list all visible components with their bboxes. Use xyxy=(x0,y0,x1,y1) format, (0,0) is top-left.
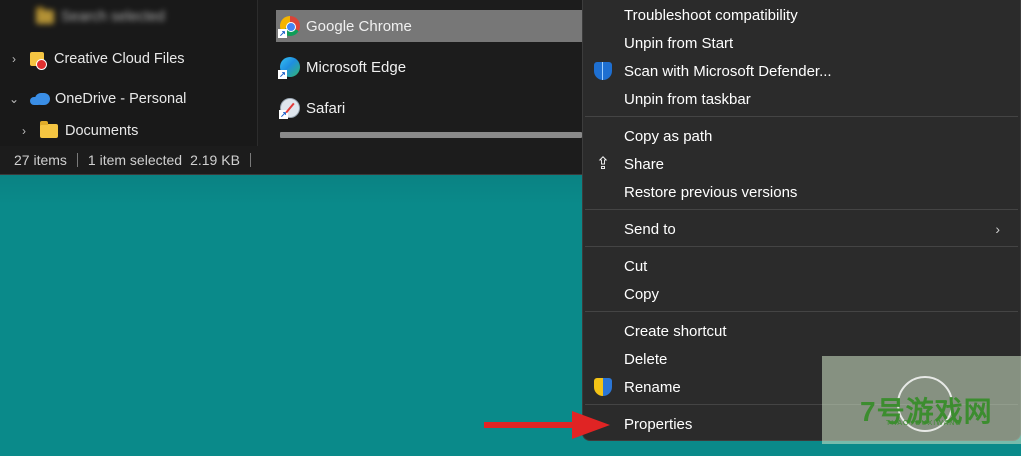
menu-item-label: Restore previous versions xyxy=(624,183,798,201)
file-name: Safari xyxy=(306,99,346,117)
menu-item-cut[interactable]: Cut xyxy=(583,252,1020,280)
item-count: 27 items xyxy=(14,152,67,168)
menu-item-label: Scan with Microsoft Defender... xyxy=(624,62,832,80)
uac-shield-icon xyxy=(594,378,612,396)
safari-icon: ↗ xyxy=(279,98,300,119)
edge-icon: ↗ xyxy=(278,57,300,79)
file-item-google-chrome[interactable]: ↗ Google Chrome xyxy=(276,10,582,42)
chrome-icon: ↗ xyxy=(278,16,300,38)
file-name: Microsoft Edge xyxy=(306,58,407,76)
menu-item-label: Rename xyxy=(624,378,681,396)
menu-item-troubleshoot-compatibility[interactable]: Troubleshoot compatibility xyxy=(583,1,1020,29)
menu-item-label: Unpin from taskbar xyxy=(624,90,751,108)
menu-item-label: Create shortcut xyxy=(624,322,727,340)
menu-item-copy-as-path[interactable]: Copy as path xyxy=(583,122,1020,150)
menu-divider xyxy=(585,246,1018,247)
nav-item-label: OneDrive - Personal xyxy=(55,91,187,107)
nav-item-label: Search selected xyxy=(61,9,165,25)
chevron-down-icon[interactable]: ⌄ xyxy=(8,93,20,105)
menu-item-restore-previous-versions[interactable]: Restore previous versions xyxy=(583,178,1020,206)
nav-item-label: Creative Cloud Files xyxy=(54,51,185,67)
menu-item-label: Share xyxy=(624,155,665,173)
file-item-microsoft-edge[interactable]: ↗ Microsoft Edge xyxy=(276,51,582,83)
onedrive-cloud-icon xyxy=(30,93,50,105)
folder-icon xyxy=(40,121,58,138)
nav-item-creative-cloud[interactable]: › Creative Cloud Files xyxy=(8,46,185,72)
file-name: Google Chrome xyxy=(306,17,412,35)
menu-divider xyxy=(585,311,1018,312)
menu-item-scan-defender[interactable]: Scan with Microsoft Defender... xyxy=(583,57,1020,85)
status-separator xyxy=(249,153,251,167)
horizontal-scrollbar[interactable] xyxy=(280,132,582,138)
selection-count: 1 item selected xyxy=(87,152,183,168)
chevron-right-icon[interactable]: › xyxy=(18,125,30,137)
status-separator xyxy=(76,153,78,167)
menu-item-label: Send to xyxy=(624,220,676,238)
status-bar: 27 items 1 item selected 2.19 KB xyxy=(0,147,582,173)
selection-size: 2.19 KB xyxy=(190,152,240,168)
menu-item-label: Delete xyxy=(624,350,668,368)
nav-item-label: Documents xyxy=(65,123,139,139)
defender-shield-icon xyxy=(594,62,612,80)
menu-item-label: Troubleshoot compatibility xyxy=(624,6,798,24)
nav-item-onedrive[interactable]: ⌄ OneDrive - Personal xyxy=(8,86,186,112)
menu-item-send-to[interactable]: Send to › xyxy=(583,215,1020,243)
arrow-head xyxy=(572,411,610,439)
menu-item-label: Copy xyxy=(624,285,660,303)
menu-item-label: Cut xyxy=(624,257,648,275)
share-icon: ⇪ xyxy=(595,154,611,173)
folder-icon xyxy=(36,7,54,24)
file-explorer-window: Search selected › Creative Cloud Files ⌄… xyxy=(0,0,582,175)
file-list: ↗ Google Chrome ↗ Microsoft Edge ↗ Safar… xyxy=(270,0,582,146)
menu-item-label: Properties xyxy=(624,415,693,433)
menu-divider xyxy=(585,116,1018,117)
creative-cloud-folder-icon xyxy=(30,50,47,70)
menu-divider xyxy=(585,209,1018,210)
chevron-right-icon[interactable]: › xyxy=(8,53,20,65)
menu-item-create-shortcut[interactable]: Create shortcut xyxy=(583,317,1020,345)
watermark-subtext: THAOYOUXIWANG xyxy=(886,420,962,427)
file-item-safari[interactable]: ↗ Safari xyxy=(276,92,582,124)
nav-item-documents[interactable]: › Documents xyxy=(18,118,138,144)
nav-item-blurred[interactable]: Search selected xyxy=(36,4,165,30)
navigation-pane: Search selected › Creative Cloud Files ⌄… xyxy=(0,0,258,146)
menu-item-unpin-from-taskbar[interactable]: Unpin from taskbar xyxy=(583,85,1020,113)
red-arrow-icon xyxy=(484,411,610,439)
menu-item-copy[interactable]: Copy xyxy=(583,280,1020,308)
watermark-logo: 7号游戏网 THAOYOUXIWANG xyxy=(822,356,1021,444)
menu-item-share[interactable]: ⇪ Share xyxy=(583,150,1020,178)
chevron-right-icon: › xyxy=(995,221,1000,237)
menu-item-label: Copy as path xyxy=(624,127,713,145)
menu-item-label: Unpin from Start xyxy=(624,34,734,52)
menu-item-unpin-from-start[interactable]: Unpin from Start xyxy=(583,29,1020,57)
